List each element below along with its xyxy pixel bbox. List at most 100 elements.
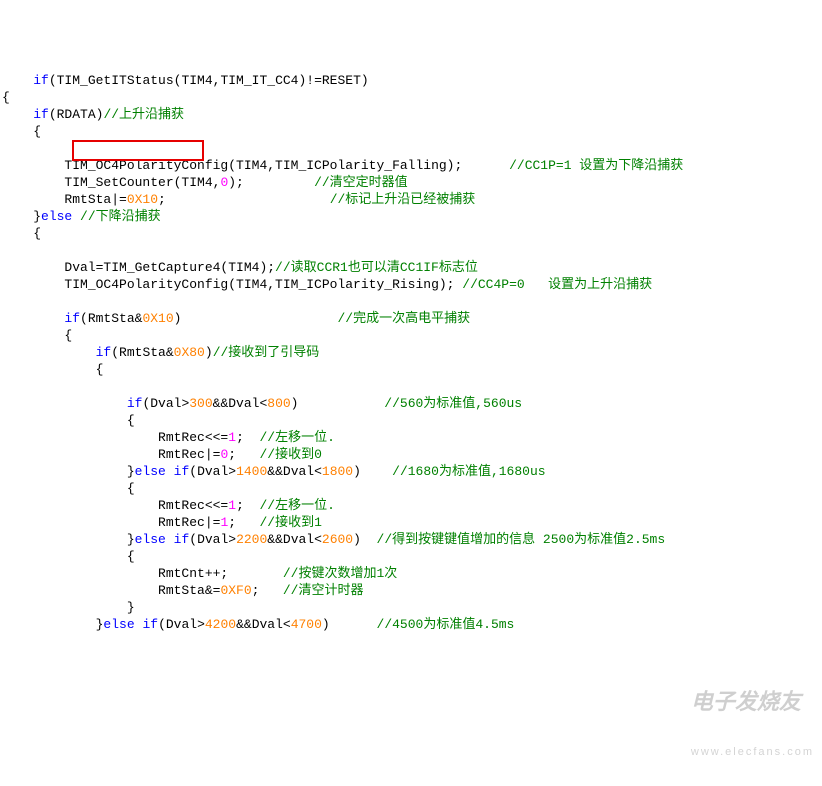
num: 0X10 [142,311,173,326]
num: 4700 [291,617,322,632]
t: } [2,209,41,224]
kw-if: if [174,464,190,479]
t: TIM_OC4PolarityConfig(TIM4,TIM_ICPolarit… [2,158,509,173]
kw-if: if [96,345,112,360]
t: { [2,413,135,428]
kw-if: if [142,617,158,632]
num: 0XF0 [220,583,251,598]
comment: //标记上升沿已经被捕获 [330,192,476,207]
comment: //560为标准值,560us [384,396,522,411]
t [135,617,143,632]
t [2,345,96,360]
t: ) [291,396,385,411]
comment: //接收到0 [259,447,321,462]
comment: //上升沿捕获 [103,107,184,122]
kw-if: if [174,532,190,547]
t: TIM_OC4PolarityConfig(TIM4,TIM_ICPolarit… [2,277,462,292]
t: ) [322,617,377,632]
t: (TIM_GetITStatus(TIM4,TIM_IT_CC4)!=RESET… [49,73,369,88]
comment: //完成一次高电平捕获 [338,311,471,326]
comment: //清空计时器 [283,583,364,598]
kw-if: if [33,73,49,88]
watermark-brand: 电子发烧友 [691,693,814,710]
t: (Dval> [158,617,205,632]
num: 1 [228,498,236,513]
t: RmtRec<<= [2,498,228,513]
t: RmtRec|= [2,515,220,530]
t: } [2,464,135,479]
kw-else: else [135,532,166,547]
kw-if: if [127,396,143,411]
t [2,311,64,326]
comment: //1680为标准值,1680us [392,464,545,479]
t: (Dval> [142,396,189,411]
t: ) [353,464,392,479]
t [72,209,80,224]
num: 2200 [236,532,267,547]
comment: //按键次数增加1次 [283,566,397,581]
t: ; [228,447,259,462]
t: ; [228,515,259,530]
code-block: if(TIM_GetITStatus(TIM4,TIM_IT_CC4)!=RES… [0,68,822,633]
t: ; [158,192,330,207]
comment: //读取CCR1也可以清CC1IF标志位 [275,260,478,275]
t: } [2,617,103,632]
comment: //接收到了引导码 [213,345,320,360]
kw-else: else [41,209,72,224]
t: RmtCnt++; [2,566,283,581]
t: (RmtSta& [111,345,173,360]
t: ; [236,498,259,513]
t: { [2,328,72,343]
t: RmtSta&= [2,583,220,598]
t: Dval=TIM_GetCapture4(TIM4); [2,260,275,275]
t: ) [174,311,338,326]
t: { [2,549,135,564]
comment: //CC4P=0 设置为上升沿捕获 [462,277,652,292]
comment: //左移一位. [259,430,334,445]
watermark: 电子发烧友 www.elecfans.com [691,659,814,778]
num: 2600 [322,532,353,547]
num: 800 [267,396,290,411]
comment: //左移一位. [259,498,334,513]
kw-else: else [103,617,134,632]
t: &&Dval< [213,396,268,411]
t [166,532,174,547]
num: 4200 [205,617,236,632]
t: { [2,226,41,241]
comment: //CC1P=1 设置为下降沿捕获 [509,158,683,173]
t: &&Dval< [236,617,291,632]
t [2,73,33,88]
t: (Dval> [189,464,236,479]
kw-if: if [64,311,80,326]
t: ; [252,583,283,598]
t: (RmtSta& [80,311,142,326]
comment: //接收到1 [259,515,321,530]
kw-if: if [33,107,49,122]
t: ) [205,345,213,360]
num: 1400 [236,464,267,479]
t: { [2,481,135,496]
watermark-url: www.elecfans.com [691,744,814,761]
t: ; [236,430,259,445]
t: { [2,124,41,139]
t: } [2,532,135,547]
t: (Dval> [189,532,236,547]
t: &&Dval< [267,532,322,547]
kw-else: else [135,464,166,479]
num: 0X80 [174,345,205,360]
num: 300 [189,396,212,411]
num: 0X10 [127,192,158,207]
t: { [2,362,103,377]
num: 1 [228,430,236,445]
t: &&Dval< [267,464,322,479]
t: { [2,90,10,105]
t [166,464,174,479]
t: (RDATA) [49,107,104,122]
t: RmtRec|= [2,447,220,462]
comment: //下降沿捕获 [80,209,161,224]
comment: //清空定时器值 [314,175,408,190]
t: } [2,600,135,615]
t: RmtRec<<= [2,430,228,445]
t [2,396,127,411]
t: RmtSta|= [2,192,127,207]
